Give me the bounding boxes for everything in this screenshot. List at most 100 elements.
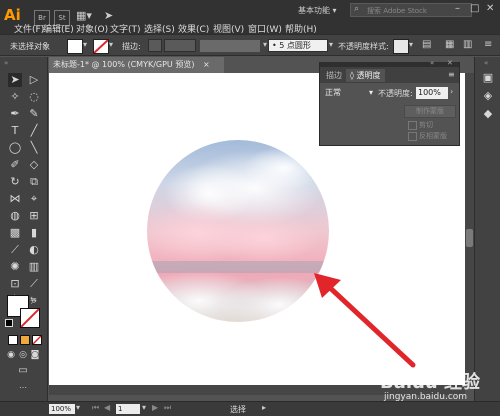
tab-close-icon[interactable]: × [203,60,210,69]
column-graph-tool-icon[interactable]: ▥ [27,260,41,274]
stroke-color-box[interactable] [20,308,40,328]
style-label: 样式: [370,42,389,51]
brush-value: 5 点圆形 [279,41,311,50]
chevron-down-icon[interactable]: ▾ [76,403,80,412]
document-tab[interactable]: 未标题-1* @ 100% (CMYK/GPU 预览) × [49,57,224,73]
type-tool-icon[interactable]: T [8,124,22,138]
vertical-scroll-thumb[interactable] [466,229,473,247]
eyedropper-tool-icon[interactable]: ⟋ [8,243,22,257]
collapse-icon[interactable]: « [484,59,488,67]
chevron-right-icon[interactable]: ▸ [262,403,266,412]
stroke-weight-stepper[interactable] [148,39,162,52]
scale-tool-icon[interactable]: ⧉ [27,175,41,189]
ellipse-tool-icon[interactable]: ◯ [8,141,22,155]
artboard-number-input[interactable]: 1 [116,404,140,414]
width-tool-icon[interactable]: ⋈ [8,192,22,206]
workspace-label: 基本功能 [298,6,330,15]
selection-tool-icon[interactable]: ➤ [8,73,22,87]
chevron-down-icon: ▾ [368,88,373,97]
libraries-panel-icon[interactable]: ◈ [481,89,495,103]
stroke-swatch[interactable] [93,39,109,54]
minimize-button[interactable]: – [455,3,460,14]
previous-artboard-icon[interactable]: ◀ [104,403,110,412]
pen-tool-icon[interactable]: ✒ [8,107,22,121]
panel-menu-icon[interactable]: ≡ [448,70,455,79]
chevron-down-icon[interactable]: ▾ [409,40,413,49]
next-artboard-icon[interactable]: ▶ [152,403,158,412]
none-slash-icon [33,336,41,344]
direct-selection-tool-icon[interactable]: ▷ [27,73,41,87]
workspace-switcher[interactable]: 基本功能 ▾ [298,5,337,16]
default-colors-icon[interactable] [5,319,13,327]
stroke-weight-dropdown[interactable] [164,39,196,52]
clip-checkbox[interactable] [408,121,417,130]
layers-panel-icon[interactable]: ◆ [481,107,495,121]
chevron-down-icon[interactable]: ▾ [109,40,113,49]
mesh-tool-icon[interactable]: ▩ [8,226,22,240]
magic-wand-tool-icon[interactable]: ✧ [8,90,22,104]
align-icon[interactable]: ▥ [463,39,472,50]
collapse-icon[interactable]: » [4,59,8,67]
chevron-down-icon[interactable]: ▾ [83,40,87,49]
fill-swatch[interactable] [67,39,83,54]
maximize-button[interactable]: □ [470,3,479,14]
swap-fill-stroke-icon[interactable]: ⇆ [30,295,37,304]
close-button[interactable]: ✕ [486,3,494,14]
panel-dock: « ▣ ◈ ◆ [474,57,500,401]
shape-builder-tool-icon[interactable]: ◍ [8,209,22,223]
draw-inside-icon[interactable]: ◙ [28,348,42,362]
shaper-tool-icon[interactable]: ✐ [8,158,22,172]
close-icon[interactable]: ✕ [447,59,453,67]
screen-mode-icon[interactable]: ▭ [16,364,30,378]
search-icon: ⌕ [354,4,360,14]
chevron-down-icon[interactable]: ▾ [142,403,146,412]
last-artboard-icon[interactable]: ⏭ [164,403,171,413]
blend-tool-icon[interactable]: ◐ [27,243,41,257]
perspective-grid-tool-icon[interactable]: ⊞ [27,209,41,223]
vertical-scrollbar[interactable] [465,73,474,385]
gradient-tool-icon[interactable]: ▮ [27,226,41,240]
variable-width-profile[interactable] [200,40,260,52]
eraser-tool-icon[interactable]: ◇ [27,158,41,172]
chevron-down-icon[interactable]: ▾ [329,40,333,49]
clip-label: 剪切 [419,121,433,129]
free-transform-tool-icon[interactable]: ⌖ [27,192,41,206]
first-artboard-icon[interactable]: ⏮ [92,403,99,413]
collapse-icon[interactable]: « [430,59,434,67]
graphic-style-swatch[interactable] [393,39,409,54]
send-icon[interactable]: ➤ [104,9,113,22]
paintbrush-tool-icon[interactable]: ╲ [27,141,41,155]
document-setup-icon[interactable]: ▤ [422,39,431,50]
arrange-documents-icon[interactable]: ▦▾ [76,9,92,22]
more-tools-icon[interactable]: ⋯ [19,383,27,392]
color-mode-icon[interactable] [8,335,18,345]
curvature-tool-icon[interactable]: ✎ [27,107,41,121]
rotate-tool-icon[interactable]: ↻ [8,175,22,189]
symbol-sprayer-tool-icon[interactable]: ✺ [8,260,22,274]
tab-transparency[interactable]: ◊ 透明度 [346,69,385,82]
zoom-input[interactable]: 100% [49,404,75,414]
line-tool-icon[interactable]: ╱ [27,124,41,138]
gradient-mode-icon[interactable] [20,335,30,345]
document-tab-title: 未标题-1* @ 100% (CMYK/GPU 预览) [53,60,195,69]
make-mask-button[interactable]: 制作蒙版 [404,105,456,118]
artboard-tool-icon[interactable]: ⊡ [8,277,22,291]
opacity-label: 不透明度: [378,89,413,98]
invert-mask-checkbox[interactable] [408,132,417,141]
tab-stroke[interactable]: 描边 [322,69,346,82]
lasso-tool-icon[interactable]: ◌ [27,90,41,104]
opacity-input[interactable]: 100% [416,87,448,99]
none-mode-icon[interactable] [32,335,42,345]
slice-tool-icon[interactable]: ⟋ [27,277,41,291]
blend-mode-dropdown[interactable]: 正常 ▾ [325,87,373,99]
stock-search-input[interactable]: 搜索 Adobe Stock [350,3,472,17]
properties-panel-icon[interactable]: ▣ [481,71,495,85]
brush-definition-dropdown[interactable]: • 5 点圆形 [268,39,328,52]
panel-menu-icon[interactable]: ≡ [484,39,492,50]
status-bar: 100% ▾ ⏮ ◀ 1 ▾ ▶ ⏭ 选择 ▸ [0,401,500,416]
no-stroke-icon [94,40,108,53]
chevron-right-icon[interactable]: › [450,87,453,96]
opacity-label[interactable]: 不透明度 [338,41,370,52]
chevron-down-icon[interactable]: ▾ [263,40,267,49]
grid-icon[interactable]: ▦ [445,39,454,50]
